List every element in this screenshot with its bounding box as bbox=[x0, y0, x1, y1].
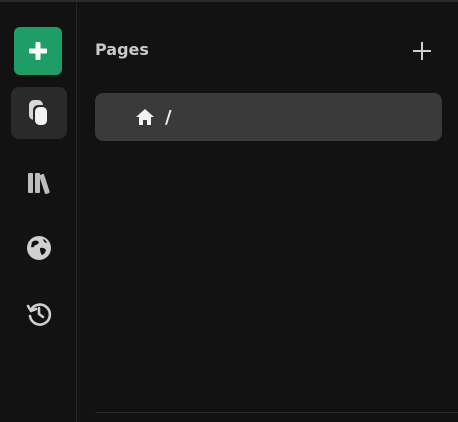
panel-title: Pages bbox=[95, 40, 149, 59]
library-icon bbox=[28, 173, 50, 195]
add-button[interactable] bbox=[14, 27, 62, 75]
pages-button[interactable] bbox=[11, 87, 67, 139]
bottom-divider bbox=[95, 412, 458, 413]
history-icon bbox=[26, 303, 52, 326]
library-button[interactable] bbox=[11, 157, 67, 209]
page-item-root[interactable]: / bbox=[95, 93, 442, 141]
globe-icon bbox=[27, 236, 51, 260]
page-item-label: / bbox=[165, 106, 172, 128]
history-button[interactable] bbox=[11, 288, 67, 340]
globe-button[interactable] bbox=[11, 222, 67, 274]
sidebar-rail bbox=[0, 2, 77, 422]
plus-icon bbox=[413, 42, 431, 60]
pages-icon bbox=[29, 100, 47, 125]
plus-icon bbox=[29, 42, 47, 60]
pages-panel: Pages / bbox=[77, 2, 458, 422]
home-icon bbox=[135, 107, 155, 127]
add-page-button[interactable] bbox=[411, 40, 433, 62]
